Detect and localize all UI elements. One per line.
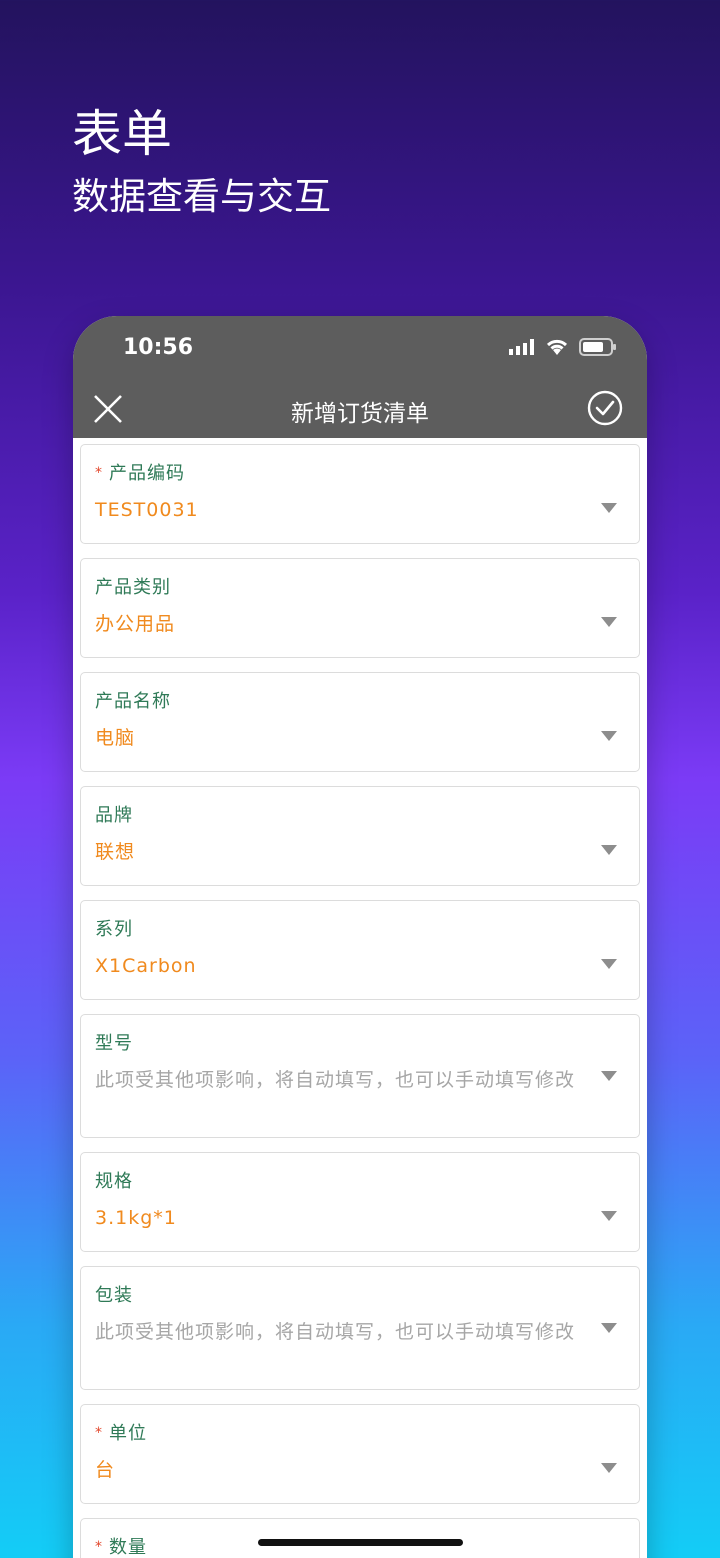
- page-title: 新增订货清单: [291, 401, 429, 427]
- field-label-text: 产品名称: [95, 691, 171, 712]
- form-field[interactable]: * 数量: [80, 1518, 640, 1558]
- signal-icon: [509, 339, 534, 355]
- form-field[interactable]: * 产品编码 TEST0031: [80, 444, 640, 544]
- field-label: 品牌: [95, 801, 133, 827]
- form-field[interactable]: 产品名称 电脑: [80, 672, 640, 772]
- check-circle-icon[interactable]: [587, 390, 623, 426]
- field-value: 台: [95, 1459, 116, 1481]
- form-field[interactable]: 产品类别 办公用品: [80, 558, 640, 658]
- field-label: * 产品编码: [95, 459, 185, 485]
- field-label: * 数量: [95, 1533, 147, 1558]
- field-label-text: 单位: [109, 1423, 147, 1444]
- phone-frame: 10:56 新增订货清单 * 产品编码 TEST0031 产品类别 办公用品 产…: [73, 316, 647, 1558]
- field-value: 联想: [95, 841, 136, 863]
- form-field[interactable]: 系列 X1Carbon: [80, 900, 640, 1000]
- dropdown-arrow-icon[interactable]: [601, 617, 617, 627]
- field-label-text: 规格: [95, 1171, 133, 1192]
- field-label: 产品名称: [95, 687, 171, 713]
- dropdown-arrow-icon[interactable]: [601, 1463, 617, 1473]
- battery-icon: [579, 338, 616, 356]
- field-label-text: 产品编码: [109, 463, 185, 484]
- field-value: X1Carbon: [95, 955, 197, 977]
- required-mark: *: [95, 1539, 103, 1555]
- promo-title: 表单: [72, 105, 172, 163]
- dropdown-arrow-icon[interactable]: [601, 731, 617, 741]
- dropdown-arrow-icon[interactable]: [601, 503, 617, 513]
- dropdown-arrow-icon[interactable]: [601, 1071, 617, 1081]
- field-label-text: 包装: [95, 1285, 133, 1306]
- dropdown-arrow-icon[interactable]: [601, 1211, 617, 1221]
- field-label: 包装: [95, 1281, 133, 1307]
- field-label-text: 产品类别: [95, 577, 171, 598]
- home-indicator: [258, 1539, 463, 1546]
- dropdown-arrow-icon[interactable]: [601, 959, 617, 969]
- nav-bar: 新增订货清单: [73, 380, 647, 438]
- status-time: 10:56: [123, 335, 194, 360]
- wifi-icon: [546, 339, 568, 355]
- field-value: TEST0031: [95, 499, 199, 521]
- field-placeholder: 此项受其他项影响，将自动填写，也可以手动填写修改: [95, 1069, 576, 1091]
- form-field[interactable]: * 单位台: [80, 1404, 640, 1504]
- field-placeholder: 此项受其他项影响，将自动填写，也可以手动填写修改: [95, 1321, 576, 1343]
- required-mark: *: [95, 1425, 103, 1441]
- field-label: 产品类别: [95, 573, 171, 599]
- order-form: * 产品编码 TEST0031 产品类别办公用品产品名称电脑品牌联想系列 X1Carbo…: [80, 444, 640, 1558]
- field-label-text: 数量: [109, 1537, 147, 1558]
- field-label: 型号: [95, 1029, 133, 1055]
- form-field[interactable]: 规格 3.1kg*1: [80, 1152, 640, 1252]
- field-value: 电脑: [95, 727, 136, 749]
- field-label-text: 系列: [95, 919, 133, 940]
- field-label: 系列: [95, 915, 133, 941]
- required-mark: *: [95, 465, 103, 481]
- field-value: 办公用品: [95, 613, 176, 635]
- status-bar: 10:56: [73, 316, 647, 380]
- dropdown-arrow-icon[interactable]: [601, 1323, 617, 1333]
- field-label: * 单位: [95, 1419, 147, 1445]
- form-field[interactable]: 品牌 联想: [80, 786, 640, 886]
- form-field[interactable]: 包装此项受其他项影响，将自动填写，也可以手动填写修改: [80, 1266, 640, 1390]
- field-label-text: 型号: [95, 1033, 133, 1054]
- promo-subtitle: 数据查看与交互: [72, 175, 331, 218]
- field-label-text: 品牌: [95, 805, 133, 826]
- dropdown-arrow-icon[interactable]: [601, 845, 617, 855]
- field-value: 3.1kg*1: [95, 1207, 177, 1229]
- status-icons: [509, 338, 617, 356]
- form-field[interactable]: 型号此项受其他项影响，将自动填写，也可以手动填写修改: [80, 1014, 640, 1138]
- field-label: 规格: [95, 1167, 133, 1193]
